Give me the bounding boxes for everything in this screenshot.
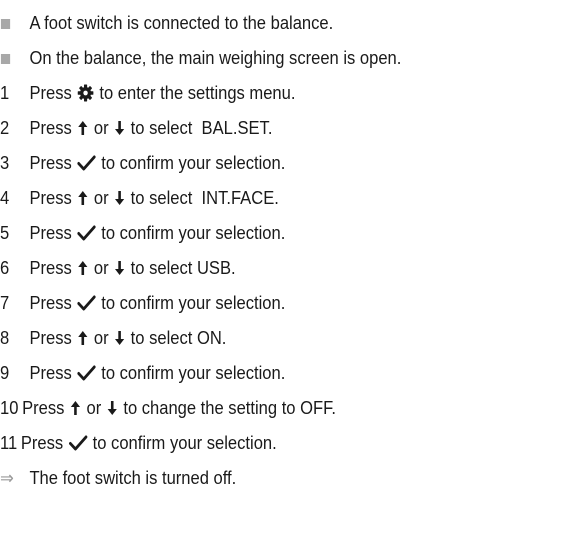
result-arrow-icon: ⇒ <box>0 467 14 488</box>
prerequisite-item: A foot switch is connected to the balanc… <box>0 6 333 40</box>
checkmark-icon <box>77 225 96 241</box>
step-text: to confirm your selection. <box>101 222 286 243</box>
step-text: to select USB. <box>130 257 236 278</box>
step-text: to select ON. <box>130 327 227 348</box>
step-press: Press <box>29 292 72 313</box>
step-or: or <box>93 327 109 348</box>
square-bullet-icon <box>0 53 11 64</box>
up-arrow-icon <box>77 330 88 346</box>
step-number: 11 <box>0 432 18 453</box>
step-text: to confirm your selection. <box>92 432 277 453</box>
step-press: Press <box>22 397 65 418</box>
up-arrow-icon <box>77 120 88 136</box>
down-arrow-icon <box>114 260 125 276</box>
step-press: Press <box>29 117 72 138</box>
up-arrow-icon <box>70 400 81 416</box>
checkmark-icon <box>77 365 96 381</box>
checkmark-icon <box>77 295 96 311</box>
step-press: Press <box>29 362 72 383</box>
prerequisite-text: A foot switch is connected to the balanc… <box>29 12 334 33</box>
step-text: to select BAL.SET. <box>130 117 273 138</box>
step-item: 3 Press to confirm your selection. <box>0 146 285 180</box>
up-arrow-icon <box>77 190 88 206</box>
step-number: 7 <box>0 292 10 313</box>
step-number: 1 <box>0 82 10 103</box>
prerequisite-text: On the balance, the main weighing screen… <box>29 47 402 68</box>
step-press: Press <box>29 327 72 348</box>
step-text: to select INT.FACE. <box>130 187 279 208</box>
step-text: to confirm your selection. <box>101 362 286 383</box>
step-item: 6 Press or to select USB. <box>0 251 236 285</box>
step-item: 11 Press to confirm your selection. <box>0 426 277 460</box>
square-bullet-icon <box>0 18 11 29</box>
step-item: 7 Press to confirm your selection. <box>0 286 285 320</box>
up-arrow-icon <box>77 260 88 276</box>
step-item: 4 Press or to select INT.FACE. <box>0 181 279 215</box>
step-text: to confirm your selection. <box>101 292 286 313</box>
result-item: ⇒ The foot switch is turned off. <box>0 461 236 495</box>
result-text: The foot switch is turned off. <box>29 467 237 488</box>
step-press: Press <box>29 82 72 103</box>
step-or: or <box>93 117 109 138</box>
step-or: or <box>86 397 102 418</box>
instruction-list: A foot switch is connected to the balanc… <box>0 0 581 555</box>
down-arrow-icon <box>107 400 118 416</box>
step-item: 8 Press or to select ON. <box>0 321 226 355</box>
step-number: 2 <box>0 117 10 138</box>
gear-icon <box>77 84 94 102</box>
step-text: to change the setting to OFF. <box>123 397 336 418</box>
step-item: 2 Press or to select BAL.SET. <box>0 111 272 145</box>
down-arrow-icon <box>114 330 125 346</box>
step-item: 1 Press to enter the settings menu. <box>0 76 295 110</box>
step-item: 9 Press to confirm your selection. <box>0 356 285 390</box>
step-item: 10 Press or to change the setting to OFF… <box>0 391 336 425</box>
step-press: Press <box>29 222 72 243</box>
step-press: Press <box>20 432 64 453</box>
step-press: Press <box>29 257 72 278</box>
step-text: to confirm your selection. <box>101 152 286 173</box>
checkmark-icon <box>77 155 96 171</box>
step-number: 9 <box>0 362 10 383</box>
prerequisite-item: On the balance, the main weighing screen… <box>0 41 401 75</box>
step-or: or <box>93 257 109 278</box>
step-number: 10 <box>0 397 19 418</box>
down-arrow-icon <box>114 190 125 206</box>
down-arrow-icon <box>114 120 125 136</box>
step-press: Press <box>29 187 72 208</box>
step-item: 5 Press to confirm your selection. <box>0 216 285 250</box>
step-number: 5 <box>0 222 10 243</box>
step-number: 3 <box>0 152 10 173</box>
step-or: or <box>93 187 109 208</box>
step-number: 8 <box>0 327 10 348</box>
step-number: 6 <box>0 257 10 278</box>
step-text: to enter the settings menu. <box>99 82 296 103</box>
step-press: Press <box>29 152 72 173</box>
checkmark-icon <box>68 435 88 451</box>
step-number: 4 <box>0 187 10 208</box>
